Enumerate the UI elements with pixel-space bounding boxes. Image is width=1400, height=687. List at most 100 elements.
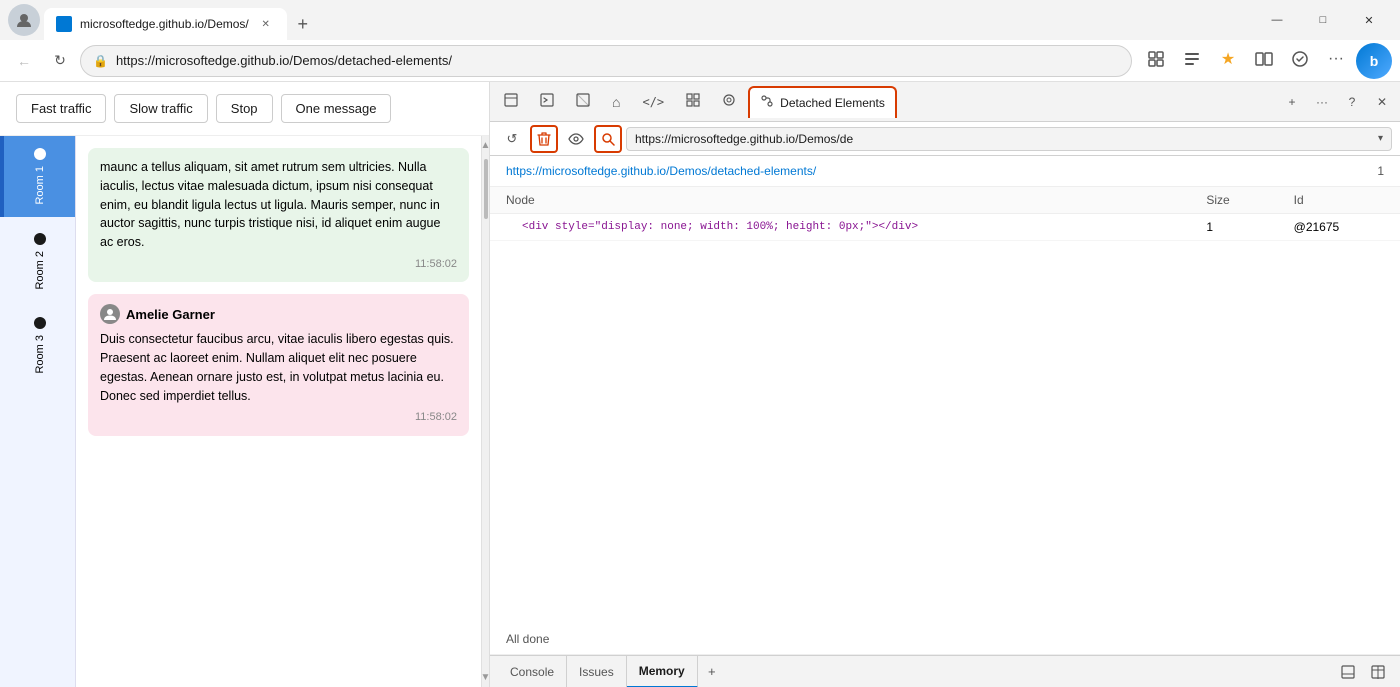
devtools-eye-button[interactable] [562,125,590,153]
detached-elements-label: Detached Elements [780,96,885,110]
room-3-dot [34,317,46,329]
devtools-add-tab-button[interactable]: + [1278,88,1306,116]
table-cell-node: <div style="display: none; width: 100%; … [490,214,1190,241]
devtools-url-dropdown[interactable]: ▾ [1378,133,1383,144]
browser-essentials-icon[interactable] [1284,43,1316,75]
room-2-label: Room 2 [34,251,46,290]
chat-body: Room 1 Room 2 Room 3 maunc a tellus aliq… [0,136,489,687]
lock-icon: 🔒 [93,54,108,68]
bottom-icons [1334,658,1392,686]
room-1-item[interactable]: Room 1 [0,136,75,217]
status-text: All done [506,632,549,646]
tab-bar: microsoftedge.github.io/Demos/ ✕ + [44,0,1250,40]
devtools-header-url: https://microsoftedge.github.io/Demos/de… [506,164,816,178]
more-tools-icon[interactable]: ··· [1320,43,1352,75]
sender-avatar [100,304,120,324]
scroll-up-arrow[interactable]: ▲ [477,136,489,155]
refresh-button[interactable]: ↻ [44,45,76,77]
table-cell-size: 1 [1190,214,1277,241]
nav-bar: ← ↻ 🔒 https://microsoftedge.github.io/De… [0,40,1400,82]
devtools-more-button[interactable]: ··· [1308,88,1336,116]
devtools-table: Node Size Id <div style="display: none; … [490,187,1400,241]
room-2-dot [34,233,46,245]
devtools-tab-memory[interactable] [676,86,710,118]
close-button[interactable]: ✕ [1346,4,1392,36]
col-size: Size [1190,187,1277,214]
nav-icons: ★ ··· b [1140,43,1392,79]
edge-copilot-icon[interactable]: b [1356,43,1392,79]
rooms-sidebar: Room 1 Room 2 Room 3 [0,136,76,687]
title-bar: microsoftedge.github.io/Demos/ ✕ + — □ ✕ [0,0,1400,40]
stop-button[interactable]: Stop [216,94,273,123]
message-1-time: 11:58:02 [100,256,457,273]
new-tab-button[interactable]: + [287,8,319,40]
split-view-icon[interactable] [1248,43,1280,75]
devtools-tab-elements[interactable] [494,86,528,118]
bottom-dock-icon[interactable] [1334,658,1362,686]
active-tab[interactable]: microsoftedge.github.io/Demos/ ✕ [44,8,287,40]
table-row[interactable]: <div style="display: none; width: 100%; … [490,214,1400,241]
message-1-text: maunc a tellus aliquam, sit amet rutrum … [100,158,457,252]
scroll-indicator[interactable]: ▲ ▼ [481,136,489,687]
devtools-tabs: ⌂ </> [490,82,1400,122]
devtools-close-button[interactable]: ✕ [1368,88,1396,116]
elements-icon [504,93,518,110]
devtools-tab-console[interactable] [530,86,564,118]
devtools-content: https://microsoftedge.github.io/Demos/de… [490,156,1400,624]
devtools-tab-network[interactable]: ⌂ [602,86,630,118]
scroll-thumb[interactable] [484,159,488,219]
fast-traffic-button[interactable]: Fast traffic [16,94,106,123]
slow-traffic-button[interactable]: Slow traffic [114,94,207,123]
devtools-status: All done [490,624,1400,655]
address-bar[interactable]: 🔒 https://microsoftedge.github.io/Demos/… [80,45,1132,77]
console-icon [540,93,554,110]
devtools-bottom-bar: Console Issues Memory + [490,655,1400,687]
tab-favicon [56,16,72,32]
detached-icon [760,94,774,111]
devtools-tab-sources[interactable] [566,86,600,118]
maximize-button[interactable]: □ [1300,4,1346,36]
bottom-add-tab-button[interactable]: + [698,658,726,686]
back-button[interactable]: ← [8,45,40,77]
devtools-search-button[interactable] [594,125,622,153]
room-3-item[interactable]: Room 3 [0,305,75,386]
devtools-result-count: 1 [1377,164,1384,178]
table-cell-id: @21675 [1278,214,1400,241]
minimize-button[interactable]: — [1254,4,1300,36]
profile-button[interactable] [8,4,40,36]
one-message-button[interactable]: One message [281,94,392,123]
address-base: https://microsoftedge.github.io/ [116,53,293,68]
chat-panel: Fast traffic Slow traffic Stop One messa… [0,82,490,687]
col-id: Id [1278,187,1400,214]
room-1-dot [34,148,46,160]
messages-area[interactable]: maunc a tellus aliquam, sit amet rutrum … [76,136,481,687]
devtools-panel: ⌂ </> [490,82,1400,687]
tab-title: microsoftedge.github.io/Demos/ [80,17,249,31]
devtools-delete-button[interactable] [530,125,558,153]
devtools-help-button[interactable]: ? [1338,88,1366,116]
bottom-tab-console[interactable]: Console [498,656,567,687]
bottom-tab-memory[interactable]: Memory [627,656,698,687]
devtools-tab-detached-elements[interactable]: Detached Elements [748,86,897,118]
address-text: https://microsoftedge.github.io/Demos/de… [116,53,1119,68]
scroll-down-arrow[interactable]: ▼ [477,668,489,687]
bottom-tab-issues[interactable]: Issues [567,656,627,687]
network-icon: ⌂ [612,94,620,110]
room-2-item[interactable]: Room 2 [0,221,75,302]
devtools-url-bar[interactable]: https://microsoftedge.github.io/Demos/de… [626,127,1392,151]
devtools-tab-buttons: + ··· ? ✕ [1278,88,1396,116]
room-1-label: Room 1 [34,166,46,205]
devtools-tab-performance[interactable]: </> [632,86,674,118]
message-1: maunc a tellus aliquam, sit amet rutrum … [88,148,469,282]
table-header-row: Node Size Id [490,187,1400,214]
collections-icon[interactable] [1140,43,1172,75]
reader-mode-icon[interactable] [1176,43,1208,75]
main-content: Fast traffic Slow traffic Stop One messa… [0,82,1400,687]
devtools-refresh-button[interactable]: ↺ [498,125,526,153]
memory-icon [686,93,700,110]
bottom-settings-icon[interactable] [1364,658,1392,686]
favorites-icon[interactable]: ★ [1212,43,1244,75]
tab-close-button[interactable]: ✕ [257,15,275,33]
performance-icon: </> [642,95,664,109]
devtools-tab-application[interactable] [712,86,746,118]
